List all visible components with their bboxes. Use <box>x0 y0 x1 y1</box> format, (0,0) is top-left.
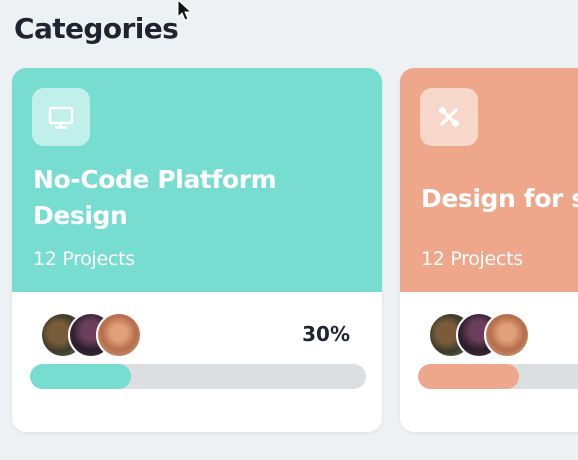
card-title: No-Code Platform Design <box>33 165 277 230</box>
progress-fill <box>418 364 519 389</box>
avatar <box>96 312 142 358</box>
avatar <box>484 312 530 358</box>
card-header: Design for so 12 Projects <box>400 68 578 292</box>
card-title: Design for so <box>421 184 578 213</box>
project-count: 12 Projects <box>421 248 523 270</box>
crossed-tools-icon <box>420 88 478 146</box>
member-avatars[interactable] <box>428 312 538 360</box>
mouse-cursor-icon <box>177 0 193 21</box>
progress-bar <box>30 364 366 389</box>
category-card-design[interactable]: Design for so 12 Projects <box>400 68 578 432</box>
category-card-no-code[interactable]: No-Code Platform Design 12 Projects 30% <box>12 68 382 432</box>
progress-fill <box>30 364 131 389</box>
progress-bar <box>418 364 578 389</box>
section-title: Categories <box>14 12 179 45</box>
progress-percent: 30% <box>302 322 350 346</box>
member-avatars[interactable] <box>40 312 150 360</box>
card-header: No-Code Platform Design 12 Projects <box>12 68 382 292</box>
monitor-icon <box>32 88 90 146</box>
project-count: 12 Projects <box>33 248 135 270</box>
